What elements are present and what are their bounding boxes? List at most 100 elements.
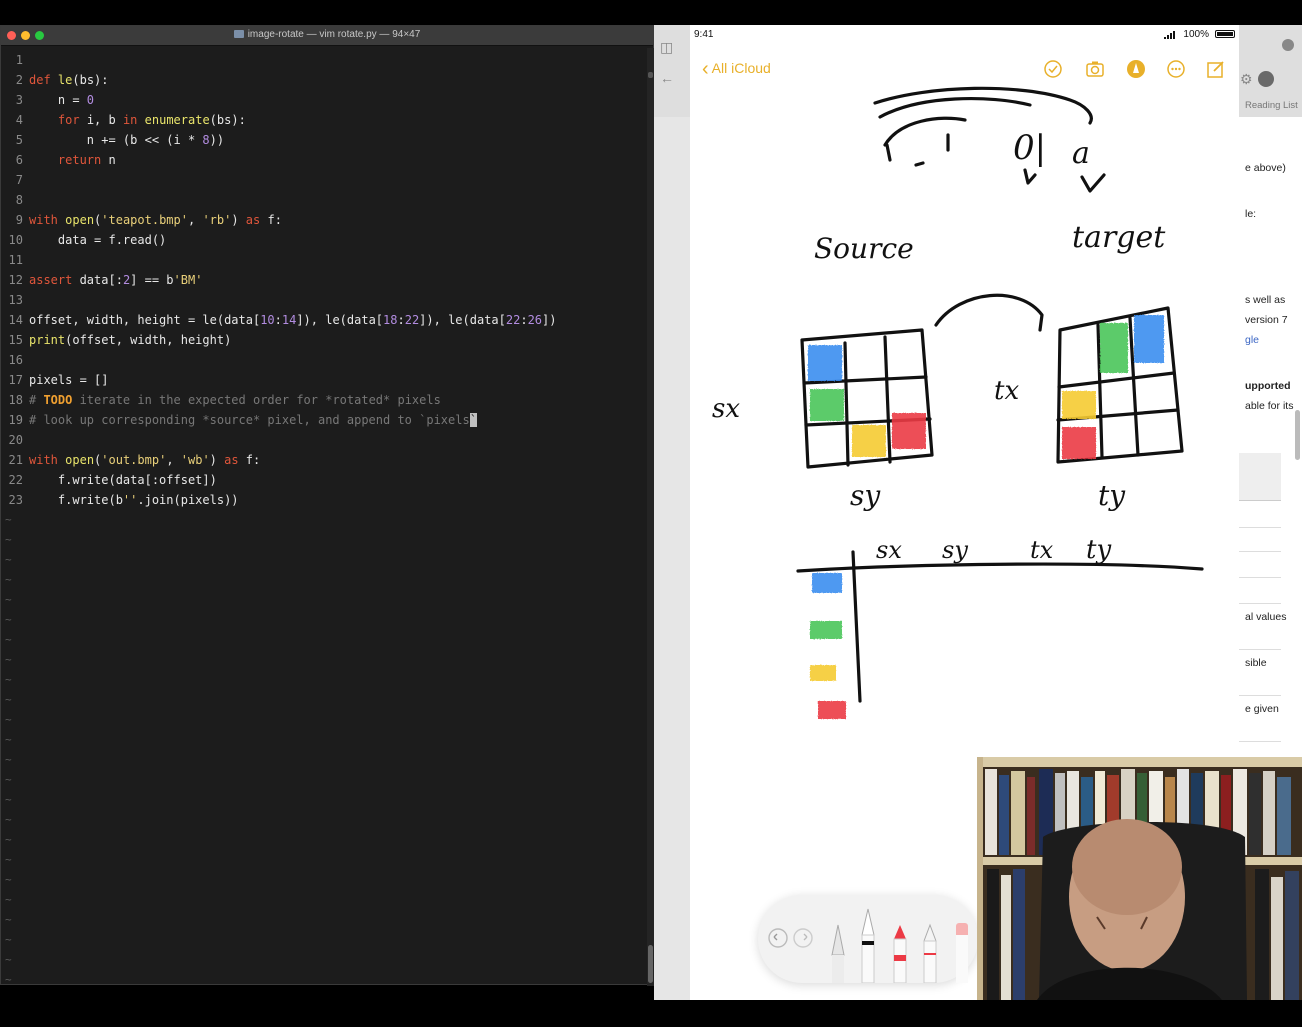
empty-line-marker: ~ (5, 813, 12, 826)
code-token: with (29, 453, 58, 467)
code-line[interactable]: 2 def le(bs): (1, 70, 109, 90)
vim-editor[interactable]: 1 2 def le(bs): 3 n = 04 for i, b in enumer… (1, 48, 645, 986)
code-token: pixels = [] (29, 373, 109, 387)
sidebar-toggle-icon[interactable]: ◫ (660, 39, 673, 56)
code-line[interactable]: 18 # TODO iterate in the expected order f… (1, 390, 441, 410)
code-line[interactable]: 19 # look up corresponding *source* pixel… (1, 410, 477, 430)
code-token: : (520, 313, 528, 327)
undo-icon[interactable] (768, 928, 788, 948)
reading-list-label[interactable]: Reading List (1245, 100, 1298, 111)
handwriting-sx: sx (712, 394, 740, 424)
webcam-image (977, 757, 1302, 1000)
code-line[interactable]: 16 (1, 350, 29, 370)
code-line[interactable]: 3 n = 0 (1, 90, 94, 110)
table-row (1239, 649, 1281, 650)
page-link-fragment[interactable]: gle (1245, 334, 1259, 346)
code-token: data = f.read() (29, 233, 167, 247)
all-icloud-back-button[interactable]: ‹ All iCloud (702, 58, 771, 81)
table-row-blue (812, 573, 842, 593)
empty-line-marker: ~ (5, 673, 12, 686)
terminal-titlebar[interactable]: image-rotate — vim rotate.py — 94×47 (1, 26, 653, 46)
scrollbar-knob (648, 72, 653, 78)
screen-bottom-bar (0, 1000, 1302, 1027)
code-token: (bs): (72, 73, 109, 87)
empty-line-marker: ~ (5, 693, 12, 706)
code-line[interactable]: 8 (1, 190, 29, 210)
pencil-icon[interactable] (923, 923, 937, 984)
gear-icon[interactable] (1282, 39, 1294, 51)
screen: image-rotate — vim rotate.py — 94×47 12d… (0, 0, 1302, 1027)
line-number: 9 (15, 213, 23, 227)
table-row-yellow (810, 665, 836, 681)
extensions-icon[interactable]: ⚙ (1240, 71, 1253, 88)
code-line[interactable]: 14 offset, width, height = le(data[10:14]… (1, 310, 557, 330)
marker-icon[interactable] (861, 908, 875, 984)
table-col-ty: ty (1086, 535, 1111, 565)
code-line[interactable]: 5 n += (b << (i * 8)) (1, 130, 224, 150)
terminal-scrollbar[interactable] (647, 48, 654, 986)
terminal-window[interactable]: image-rotate — vim rotate.py — 94×47 12d… (0, 25, 654, 986)
code-line[interactable]: 20 (1, 430, 29, 450)
code-line[interactable]: 17 pixels = [] (1, 370, 109, 390)
sketch-arc-top-2 (878, 96, 1032, 119)
code-line[interactable]: 23 f.write(b''.join(pixels)) (1, 490, 239, 510)
code-token: 22 (404, 313, 420, 327)
code-token: '' (122, 493, 138, 507)
avatar[interactable] (1258, 71, 1274, 87)
code-line[interactable]: 21 with open('out.bmp', 'wb') as f: (1, 450, 261, 470)
code-line[interactable]: 12 assert data[:2] == b'BM' (1, 270, 203, 290)
folder-icon (233, 30, 244, 38)
target-cell-red (1062, 427, 1096, 459)
source-cell-blue (808, 345, 842, 381)
code-token: with (29, 213, 58, 227)
code-token: iterate in the expected order for *rotat… (72, 393, 441, 407)
checkmark-circle-icon[interactable] (1042, 58, 1064, 80)
scrollbar-thumb[interactable] (648, 945, 653, 983)
code-line[interactable]: 1 (1, 50, 29, 70)
target-cell-green (1100, 323, 1128, 373)
redo-icon[interactable] (793, 928, 813, 948)
markup-icon[interactable] (1125, 58, 1147, 80)
empty-line-marker: ~ (5, 573, 12, 586)
compose-icon[interactable] (1205, 58, 1227, 80)
code-line[interactable]: 10 data = f.read() (1, 230, 167, 250)
highlighter-icon[interactable] (893, 925, 907, 984)
target-cell-yellow (1062, 391, 1096, 419)
line-number: 19 (8, 413, 23, 427)
code-line[interactable]: 11 (1, 250, 29, 270)
camera-icon[interactable] (1084, 58, 1106, 80)
line-number: 7 (15, 173, 23, 187)
code-line[interactable]: 15 print(offset, width, height) (1, 330, 232, 350)
code-line[interactable]: 4 for i, b in enumerate(bs): (1, 110, 246, 130)
pen-icon[interactable] (831, 924, 845, 983)
code-line[interactable]: 6 return n (1, 150, 116, 170)
source-grid-line (843, 341, 850, 467)
code-line[interactable]: 22 f.write(data[:offset]) (1, 470, 217, 490)
back-arrow-icon[interactable]: ← (660, 70, 674, 86)
line-number: 17 (8, 373, 23, 387)
line-number: 13 (8, 293, 23, 307)
code-line[interactable]: 13 (1, 290, 29, 310)
handwriting-tx: tx (994, 376, 1019, 406)
handwriting-source: Source (814, 232, 914, 265)
code-token: as (245, 213, 261, 227)
code-token: , (187, 213, 203, 227)
table-row-green (810, 621, 842, 639)
pencil-tool-palette[interactable] (758, 895, 978, 984)
status-time: 9:41 (694, 29, 714, 40)
code-line[interactable]: 7 (1, 170, 29, 190)
code-token: ) (231, 213, 246, 227)
more-icon[interactable] (1165, 58, 1187, 80)
code-token: ) (209, 453, 225, 467)
signal-icon (1164, 31, 1175, 39)
code-token: # look up corresponding *source* pixel, … (29, 413, 470, 427)
code-line[interactable]: 9 with open('teapot.bmp', 'rb') as f: (1, 210, 282, 230)
code-token: return (57, 153, 102, 167)
code-token: : (397, 313, 405, 327)
empty-line-marker: ~ (5, 793, 12, 806)
code-token: open (65, 213, 95, 227)
browser-scrollbar[interactable] (1295, 410, 1300, 460)
eraser-icon[interactable] (956, 923, 968, 983)
empty-line-marker: ~ (5, 713, 12, 726)
terminal-title: image-rotate — vim rotate.py — 94×47 (1, 29, 653, 40)
